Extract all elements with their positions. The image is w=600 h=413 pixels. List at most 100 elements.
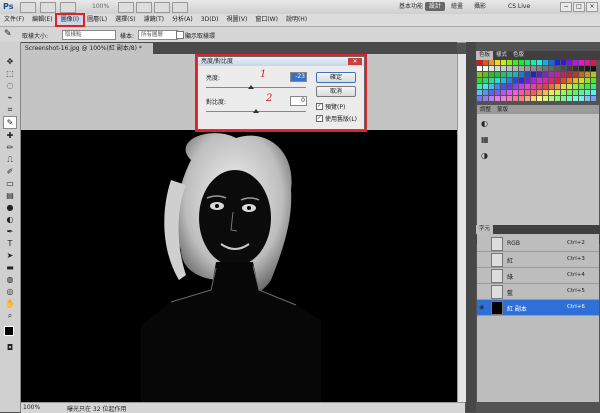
swatch-color[interactable] [573, 66, 578, 71]
swatch-color[interactable] [591, 84, 596, 89]
swatch-color[interactable] [531, 66, 536, 71]
view-extras-icon[interactable] [60, 2, 76, 13]
swatch-color[interactable] [537, 72, 542, 77]
menu-window[interactable]: 窗口(W) [251, 15, 282, 25]
dodge-tool-icon[interactable]: ◐ [4, 214, 16, 225]
swatch-color[interactable] [591, 66, 596, 71]
swatch-color[interactable] [561, 78, 566, 83]
legacy-checkbox[interactable]: ✓ [316, 115, 323, 122]
swatch-color[interactable] [519, 66, 524, 71]
menu-edit[interactable]: 編輯(E) [28, 15, 56, 25]
eye-icon[interactable] [479, 288, 485, 294]
swatch-color[interactable] [519, 72, 524, 77]
blur-tool-icon[interactable]: ● [4, 202, 16, 213]
dialog-close-icon[interactable]: ✕ [348, 58, 362, 65]
tab-color[interactable]: 色版 [510, 51, 527, 60]
swatch-color[interactable] [525, 78, 530, 83]
swatch-color[interactable] [495, 96, 500, 101]
swatch-color[interactable] [489, 96, 494, 101]
swatch-color[interactable] [579, 96, 584, 101]
swatch-color[interactable] [555, 84, 560, 89]
tab-styles[interactable]: 樣式 [493, 51, 510, 60]
swatch-color[interactable] [495, 84, 500, 89]
tab-character[interactable]: 字元 [476, 225, 494, 234]
move-tool-icon[interactable]: ✥ [4, 56, 16, 67]
swatch-color[interactable] [549, 66, 554, 71]
swatch-color[interactable] [513, 84, 518, 89]
brightness-slider-thumb[interactable] [248, 85, 254, 89]
swatch-color[interactable] [537, 60, 542, 65]
swatch-color[interactable] [591, 90, 596, 95]
swatch-color[interactable] [537, 84, 542, 89]
brightness-slider-track[interactable] [206, 87, 306, 88]
swatch-color[interactable] [549, 78, 554, 83]
zoom-tool-icon[interactable]: ⌕ [4, 310, 16, 321]
swatch-color[interactable] [573, 72, 578, 77]
swatch-color[interactable] [513, 60, 518, 65]
stamp-tool-icon[interactable]: ⎍ [4, 154, 16, 165]
path-select-tool-icon[interactable]: ➤ [4, 250, 16, 261]
eyedropper-tool-icon[interactable]: ✎ [4, 29, 12, 39]
swatch-color[interactable] [567, 60, 572, 65]
eye-icon[interactable]: ◉ [479, 304, 485, 311]
type-tool-icon[interactable]: T [4, 238, 16, 249]
swatch-color[interactable] [501, 84, 506, 89]
adjust-icon-3[interactable]: ◑ [481, 151, 488, 160]
menu-view[interactable]: 視圖(V) [223, 15, 252, 25]
vertical-scrollbar[interactable] [457, 54, 466, 402]
swatch-color[interactable] [477, 90, 482, 95]
arrange-documents-icon[interactable] [154, 2, 170, 13]
shape-tool-icon[interactable]: ▬ [4, 262, 16, 273]
swatch-color[interactable] [549, 60, 554, 65]
brightness-input[interactable]: -23 [290, 72, 307, 82]
eye-icon[interactable] [479, 272, 485, 278]
swatch-color[interactable] [477, 72, 482, 77]
menu-layer[interactable]: 圖層(L) [83, 15, 111, 25]
swatch-color[interactable] [543, 72, 548, 77]
swatch-color[interactable] [525, 60, 530, 65]
swatch-color[interactable] [531, 78, 536, 83]
swatch-color[interactable] [537, 66, 542, 71]
workspace-painting[interactable]: 繪畫 [447, 2, 467, 11]
gradient-tool-icon[interactable]: ▤ [4, 190, 16, 201]
healing-tool-icon[interactable]: ✚ [4, 130, 16, 141]
swatch-color[interactable] [489, 72, 494, 77]
swatch-color[interactable] [531, 60, 536, 65]
swatch-color[interactable] [585, 90, 590, 95]
swatch-color[interactable] [483, 72, 488, 77]
swatch-color[interactable] [537, 78, 542, 83]
zoom-level[interactable]: 100% [92, 3, 109, 10]
swatch-color[interactable] [585, 66, 590, 71]
swatch-color[interactable] [513, 72, 518, 77]
swatch-color[interactable] [579, 78, 584, 83]
swatch-color[interactable] [507, 78, 512, 83]
swatch-color[interactable] [507, 66, 512, 71]
swatch-color[interactable] [501, 66, 506, 71]
sample-size-select[interactable]: 取樣點 [62, 30, 116, 40]
bridge-icon[interactable] [20, 2, 36, 13]
swatch-color[interactable] [561, 96, 566, 101]
swatch-color[interactable] [525, 66, 530, 71]
swatch-grid[interactable] [477, 60, 599, 102]
cancel-button[interactable]: 取消 [316, 86, 356, 97]
swatch-color[interactable] [489, 84, 494, 89]
swatch-color[interactable] [567, 84, 572, 89]
3d-rotate-tool-icon[interactable]: ◍ [4, 274, 16, 285]
workspace-design[interactable]: 設計 [425, 2, 446, 11]
swatch-color[interactable] [573, 60, 578, 65]
swatch-color[interactable] [477, 60, 482, 65]
swatch-color[interactable] [591, 96, 596, 101]
swatch-color[interactable] [561, 66, 566, 71]
quick-mask-icon[interactable]: ◘ [4, 342, 16, 353]
swatch-color[interactable] [537, 96, 542, 101]
cs-live[interactable]: CS Live [508, 3, 530, 10]
swatch-color[interactable] [531, 90, 536, 95]
swatch-color[interactable] [507, 84, 512, 89]
maximize-icon[interactable]: □ [573, 2, 585, 12]
swatch-color[interactable] [525, 90, 530, 95]
swatch-color[interactable] [531, 84, 536, 89]
menu-3d[interactable]: 3D(D) [197, 15, 223, 25]
channel-row[interactable]: RGB Ctrl+2 [477, 236, 599, 252]
swatch-color[interactable] [561, 72, 566, 77]
swatch-color[interactable] [483, 60, 488, 65]
